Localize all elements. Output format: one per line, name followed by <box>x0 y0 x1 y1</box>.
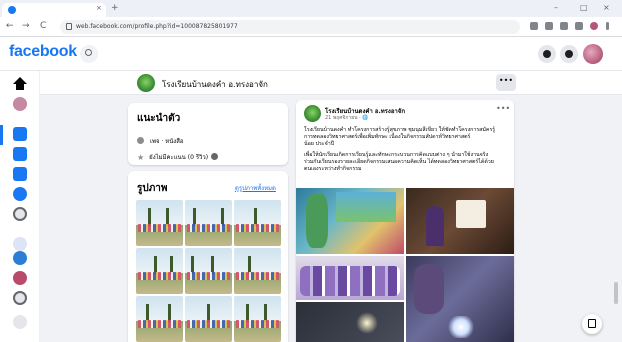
rating-text: ยังไม่มีคะแนน (0 รีวิว) <box>149 154 209 161</box>
photo-thumbnail[interactable] <box>185 248 232 294</box>
post-text-line: การทดลองวิทยาศาสตร์เพื่อเพิ่มทักษะ เนื่อ… <box>304 134 471 140</box>
intro-card: แนะนำตัว เพจ · หนังสือ ★ ยังไม่มีคะแนน (0… <box>128 103 288 165</box>
intro-title: แนะนำตัว <box>137 113 181 124</box>
edit-shortcuts-icon[interactable] <box>13 315 27 329</box>
minimize-button[interactable]: – <box>554 3 558 12</box>
post-photo[interactable] <box>406 256 514 342</box>
photos-title: รูปภาพ <box>137 183 168 194</box>
extension-icon[interactable] <box>530 22 538 30</box>
lock-icon <box>66 23 72 30</box>
profile-shortcut-icon[interactable] <box>13 97 27 111</box>
page-name[interactable]: โรงเรียนบ้านดงคำ อ.ทรงอาจัก <box>162 78 268 91</box>
photo-thumbnail[interactable] <box>234 200 281 246</box>
post-photo[interactable] <box>296 188 404 254</box>
notifications-button[interactable] <box>560 45 578 63</box>
account-avatar[interactable] <box>583 44 603 64</box>
photos-card: รูปภาพ ดูรูปภาพทั้งหมด <box>128 171 288 342</box>
address-bar[interactable]: web.facebook.com/profile.php?id=10008782… <box>60 20 520 34</box>
facebook-header: facebook <box>0 38 622 71</box>
shortcut-icon[interactable] <box>13 271 27 285</box>
page-content: แนะนำตัว เพจ · หนังสือ ★ ยังไม่มีคะแนน (0… <box>40 95 622 342</box>
browser-tab-strip: × + – □ × <box>0 0 622 17</box>
info-circle-icon <box>137 137 144 144</box>
post-text-line: น้อย ประจำปี <box>304 141 335 147</box>
post-photo[interactable] <box>296 302 404 342</box>
post-text-line: ตนเองระหว่างทำกิจกรรม <box>304 166 362 172</box>
tab-close-icon[interactable]: × <box>96 4 102 12</box>
new-message-button[interactable] <box>582 314 602 334</box>
close-window-button[interactable]: × <box>603 3 610 12</box>
home-icon[interactable] <box>13 77 27 90</box>
forward-button[interactable]: → <box>22 21 30 31</box>
post-photo[interactable] <box>296 256 404 300</box>
menu-grid-icon <box>543 50 551 58</box>
post-text-line: โรงเรียนบ้านดงคำ ทำโครงการสร้างรู้สุขภาพ… <box>304 127 496 133</box>
post-author-avatar[interactable] <box>304 105 321 122</box>
search-icon[interactable] <box>80 45 98 63</box>
left-shortcut-rail <box>0 71 40 342</box>
browser-menu-icon[interactable] <box>606 22 609 30</box>
friends-icon[interactable] <box>13 127 27 141</box>
star-icon: ★ <box>137 153 145 162</box>
maximize-button[interactable]: □ <box>580 3 588 12</box>
post-text-line: เพื่อให้นักเรียนเกิดการเรียนรู้และทักษะก… <box>304 152 489 158</box>
photo-thumbnail[interactable] <box>185 200 232 246</box>
bell-icon <box>565 50 573 58</box>
shortcut-icon[interactable] <box>13 251 27 265</box>
compose-icon <box>588 319 596 328</box>
photo-thumbnail[interactable] <box>234 248 281 294</box>
reading-list-icon[interactable] <box>575 22 583 30</box>
category-text: เพจ · หนังสือ <box>150 138 184 145</box>
see-all-photos-link[interactable]: ดูรูปภาพทั้งหมด <box>235 183 276 193</box>
active-indicator <box>0 125 3 145</box>
share-icon[interactable] <box>545 22 553 30</box>
profile-avatar-icon[interactable] <box>590 22 598 30</box>
photo-thumbnail[interactable] <box>185 296 232 342</box>
facebook-logo[interactable]: facebook <box>9 43 77 61</box>
reload-button[interactable]: C <box>40 21 46 31</box>
rating-row: ★ ยังไม่มีคะแนน (0 รีวิว) <box>137 152 219 162</box>
photo-thumbnail[interactable] <box>136 200 183 246</box>
groups-icon[interactable] <box>13 187 27 201</box>
marketplace-icon[interactable] <box>13 167 27 181</box>
photo-thumbnail[interactable] <box>136 296 183 342</box>
shortcut-icon[interactable] <box>13 291 27 305</box>
photo-thumbnail[interactable] <box>234 296 281 342</box>
facebook-favicon-icon <box>8 6 16 14</box>
browser-toolbar: ← → C web.facebook.com/profile.php?id=10… <box>0 17 622 37</box>
post-photo[interactable] <box>406 188 514 254</box>
browser-tab[interactable]: × <box>2 3 106 17</box>
url-text: web.facebook.com/profile.php?id=10008782… <box>76 23 238 30</box>
menu-grid-button[interactable] <box>538 45 556 63</box>
bookmark-icon[interactable] <box>560 22 568 30</box>
shortcut-icon[interactable] <box>13 237 27 251</box>
photo-thumbnail[interactable] <box>136 248 183 294</box>
info-icon[interactable] <box>211 153 219 160</box>
post-timestamp[interactable]: 21 พฤศจิกายน · 🌐 <box>325 114 369 122</box>
page-more-button[interactable]: ••• <box>496 74 516 91</box>
back-button[interactable]: ← <box>6 21 14 31</box>
page-avatar[interactable] <box>137 74 155 92</box>
post-more-button[interactable]: ••• <box>496 104 510 113</box>
category-row: เพจ · หนังสือ <box>137 136 184 146</box>
page-scrollbar[interactable] <box>614 282 618 304</box>
see-more-icon[interactable] <box>13 207 27 221</box>
new-tab-button[interactable]: + <box>111 3 119 13</box>
watch-icon[interactable] <box>13 147 27 161</box>
post-card: โรงเรียนบ้านดงคำ อ.ทรงอาจัก 21 พฤศจิกายน… <box>296 100 514 342</box>
post-text-line: ร่วมกันเรียนรองรายละเอียดกิจกรรมเสนอความ… <box>304 159 494 165</box>
page-top-bar: โรงเรียนบ้านดงคำ อ.ทรงอาจัก ••• <box>40 71 622 95</box>
